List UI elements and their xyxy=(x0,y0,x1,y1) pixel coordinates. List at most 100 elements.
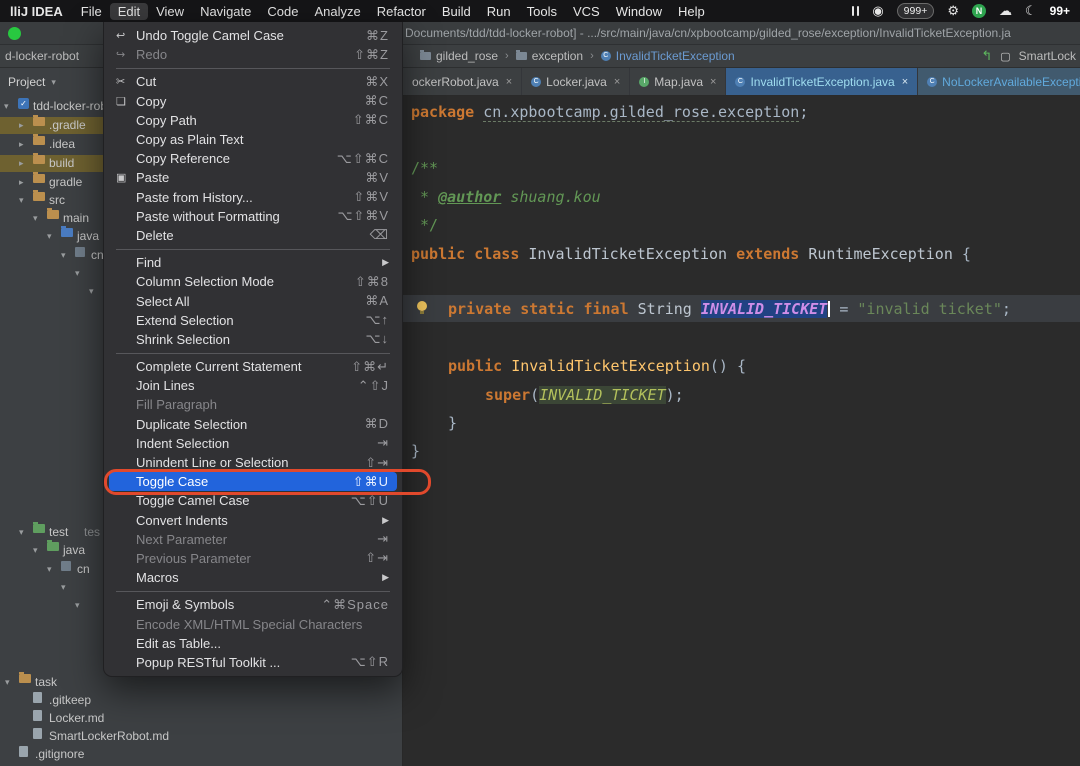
menu-item-label: Previous Parameter xyxy=(136,551,349,566)
close-icon[interactable]: × xyxy=(902,76,908,88)
menubar-item-vcs[interactable]: VCS xyxy=(565,3,608,20)
chevron-down-icon[interactable]: ▾ xyxy=(47,228,52,245)
menu-item-label: Undo Toggle Camel Case xyxy=(136,28,350,43)
chevron-down-icon[interactable]: ▾ xyxy=(19,524,24,541)
chevron-down-icon[interactable]: ▾ xyxy=(47,561,52,578)
chevron-down-icon[interactable]: ▾ xyxy=(61,247,66,264)
menu-item-delete[interactable]: Delete⌫ xyxy=(109,226,397,245)
chevron-down-icon[interactable]: ▾ xyxy=(89,283,94,300)
notifications-badge[interactable]: 999+ xyxy=(897,3,935,19)
menu-item-duplicate-selection[interactable]: Duplicate Selection⌘D xyxy=(109,415,397,434)
breadcrumb-item[interactable]: gilded_rose xyxy=(420,49,498,63)
pause-icon[interactable] xyxy=(852,6,860,16)
gear-icon[interactable]: ⚙ xyxy=(947,0,959,22)
menu-item-toggle-camel-case[interactable]: Toggle Camel Case⌥⇧U xyxy=(109,491,397,510)
menu-item-shortcut: ⌘V xyxy=(365,170,389,186)
chevron-down-icon[interactable]: ▾ xyxy=(75,265,80,282)
close-icon[interactable]: × xyxy=(506,76,512,88)
menu-item-popup-restful-toolkit[interactable]: Popup RESTful Toolkit ...⌥⇧R xyxy=(109,653,397,672)
tab-locker-java[interactable]: C Locker.java × xyxy=(522,68,630,95)
menubar-item-view[interactable]: View xyxy=(148,3,192,20)
menubar-item-build[interactable]: Build xyxy=(434,3,479,20)
menubar-item-run[interactable]: Run xyxy=(479,3,519,20)
chevron-down-icon[interactable]: ▾ xyxy=(19,192,24,209)
menu-item-label: Macros xyxy=(136,570,366,585)
chevron-right-icon[interactable]: ▸ xyxy=(19,174,24,191)
tree-item-smartlockerrobot-md[interactable]: SmartLockerRobot.md xyxy=(0,728,402,745)
menubar-item-code[interactable]: Code xyxy=(259,3,306,20)
menu-item-paste-without-formatting[interactable]: Paste without Formatting⌥⇧⌘V xyxy=(109,207,397,226)
menubar-item-window[interactable]: Window xyxy=(608,3,670,20)
menu-item-join-lines[interactable]: Join Lines⌃⇧J xyxy=(109,376,397,395)
code-line-super-call: super(INVALID_TICKET); xyxy=(485,385,684,405)
close-icon[interactable]: × xyxy=(614,76,620,88)
breadcrumb-project[interactable]: d-locker-robot xyxy=(5,49,79,63)
editor-pane[interactable]: package cn.xpbootcamp.gilded_rose.except… xyxy=(403,96,1080,766)
count-badge[interactable]: 99+ xyxy=(1050,4,1070,18)
menu-item-edit-as-table[interactable]: Edit as Table... xyxy=(109,634,397,653)
code-line-doc-author: * @author shuang.kou xyxy=(411,187,601,207)
tab-map-java[interactable]: I Map.java × xyxy=(630,68,726,95)
menubar-app-name[interactable]: lliJ IDEA xyxy=(4,4,73,19)
menu-item-shrink-selection[interactable]: Shrink Selection⌥↓ xyxy=(109,330,397,349)
traffic-light-green[interactable] xyxy=(8,27,21,40)
menu-item-select-all[interactable]: Select All⌘A xyxy=(109,291,397,310)
chevron-down-icon[interactable]: ▾ xyxy=(33,210,38,227)
tree-item-gitkeep[interactable]: .gitkeep xyxy=(0,692,402,709)
chevron-right-icon[interactable]: ▸ xyxy=(19,136,24,153)
chevron-right-icon[interactable]: ▸ xyxy=(19,155,24,172)
menu-item-macros[interactable]: Macros▶ xyxy=(109,568,397,587)
menu-item-indent-selection[interactable]: Indent Selection⇥ xyxy=(109,434,397,453)
record-icon[interactable]: ◉ xyxy=(872,0,883,22)
menu-item-copy-as-plain-text[interactable]: Copy as Plain Text xyxy=(109,130,397,149)
chevron-down-icon[interactable]: ▾ xyxy=(4,98,9,115)
tree-item-locker-md[interactable]: Locker.md xyxy=(0,710,402,727)
menu-item-paste[interactable]: ▣Paste⌘V xyxy=(109,168,397,187)
menu-item-extend-selection[interactable]: Extend Selection⌥↑ xyxy=(109,311,397,330)
menu-item-emoji-symbols[interactable]: Emoji & Symbols⌃⌘Space xyxy=(109,595,397,614)
chevron-right-icon[interactable]: ▸ xyxy=(19,117,24,134)
menu-item-convert-indents[interactable]: Convert Indents▶ xyxy=(109,511,397,530)
code-line-brace: } xyxy=(411,441,420,461)
menu-item-shortcut: ⌥⇧U xyxy=(351,493,389,509)
breadcrumb-item[interactable]: exception xyxy=(516,49,583,63)
menu-item-copy-path[interactable]: Copy Path⇧⌘C xyxy=(109,111,397,130)
menubar-item-tools[interactable]: Tools xyxy=(519,3,565,20)
menu-item-copy[interactable]: ❏Copy⌘C xyxy=(109,92,397,111)
menu-item-find[interactable]: Find▶ xyxy=(109,253,397,272)
menu-item-column-selection-mode[interactable]: Column Selection Mode⇧⌘8 xyxy=(109,272,397,291)
chevron-down-icon[interactable]: ▾ xyxy=(61,579,66,596)
close-icon[interactable]: × xyxy=(710,76,716,88)
menu-item-undo-toggle-camel-case[interactable]: ↩Undo Toggle Camel Case⌘Z xyxy=(109,26,397,45)
menubar-item-analyze[interactable]: Analyze xyxy=(306,3,368,20)
package-icon xyxy=(61,561,71,571)
menubar-item-file[interactable]: File xyxy=(73,3,110,20)
menubar-item-help[interactable]: Help xyxy=(670,3,713,20)
menubar-item-navigate[interactable]: Navigate xyxy=(192,3,259,20)
run-config-label[interactable]: SmartLock xyxy=(1019,49,1076,63)
cloud-icon[interactable]: ☁ xyxy=(999,0,1012,22)
menu-item-copy-reference[interactable]: Copy Reference⌥⇧⌘C xyxy=(109,149,397,168)
tab-lockerrobot-java[interactable]: ockerRobot.java × xyxy=(403,68,522,95)
n-app-icon[interactable]: N xyxy=(972,4,986,18)
menu-item-cut[interactable]: ✂Cut⌘X xyxy=(109,72,397,91)
intention-bulb-icon[interactable] xyxy=(417,301,427,311)
project-panel-header[interactable]: Project ▾ xyxy=(8,75,56,89)
chevron-down-icon[interactable]: ▾ xyxy=(33,542,38,559)
breadcrumb-item[interactable]: C InvalidTicketException xyxy=(601,49,735,63)
menu-item-label: Copy Reference xyxy=(136,151,321,166)
moon-icon[interactable]: ☾ xyxy=(1025,0,1037,22)
tab-invalidticketexception-java[interactable]: C InvalidTicketException.java × xyxy=(726,68,918,95)
chevron-down-icon[interactable]: ▾ xyxy=(5,674,10,691)
menu-item-toggle-case[interactable]: Toggle Case⇧⌘U xyxy=(109,472,397,491)
rollback-arrow-icon[interactable]: ↰ xyxy=(981,48,992,64)
tab-nolockeravailableexception-java[interactable]: C NoLockerAvailableException. xyxy=(918,68,1080,95)
tree-item-label: Locker.md xyxy=(49,710,104,727)
tree-item-gitignore[interactable]: .gitignore xyxy=(0,746,402,763)
menubar-item-edit[interactable]: Edit xyxy=(110,3,148,20)
menu-item-unindent-line-or-selection[interactable]: Unindent Line or Selection⇧⇥ xyxy=(109,453,397,472)
menu-item-paste-from-history[interactable]: Paste from History...⇧⌘V xyxy=(109,188,397,207)
menu-item-complete-current-statement[interactable]: Complete Current Statement⇧⌘↵ xyxy=(109,357,397,376)
menubar-item-refactor[interactable]: Refactor xyxy=(369,3,434,20)
chevron-down-icon[interactable]: ▾ xyxy=(75,597,80,614)
